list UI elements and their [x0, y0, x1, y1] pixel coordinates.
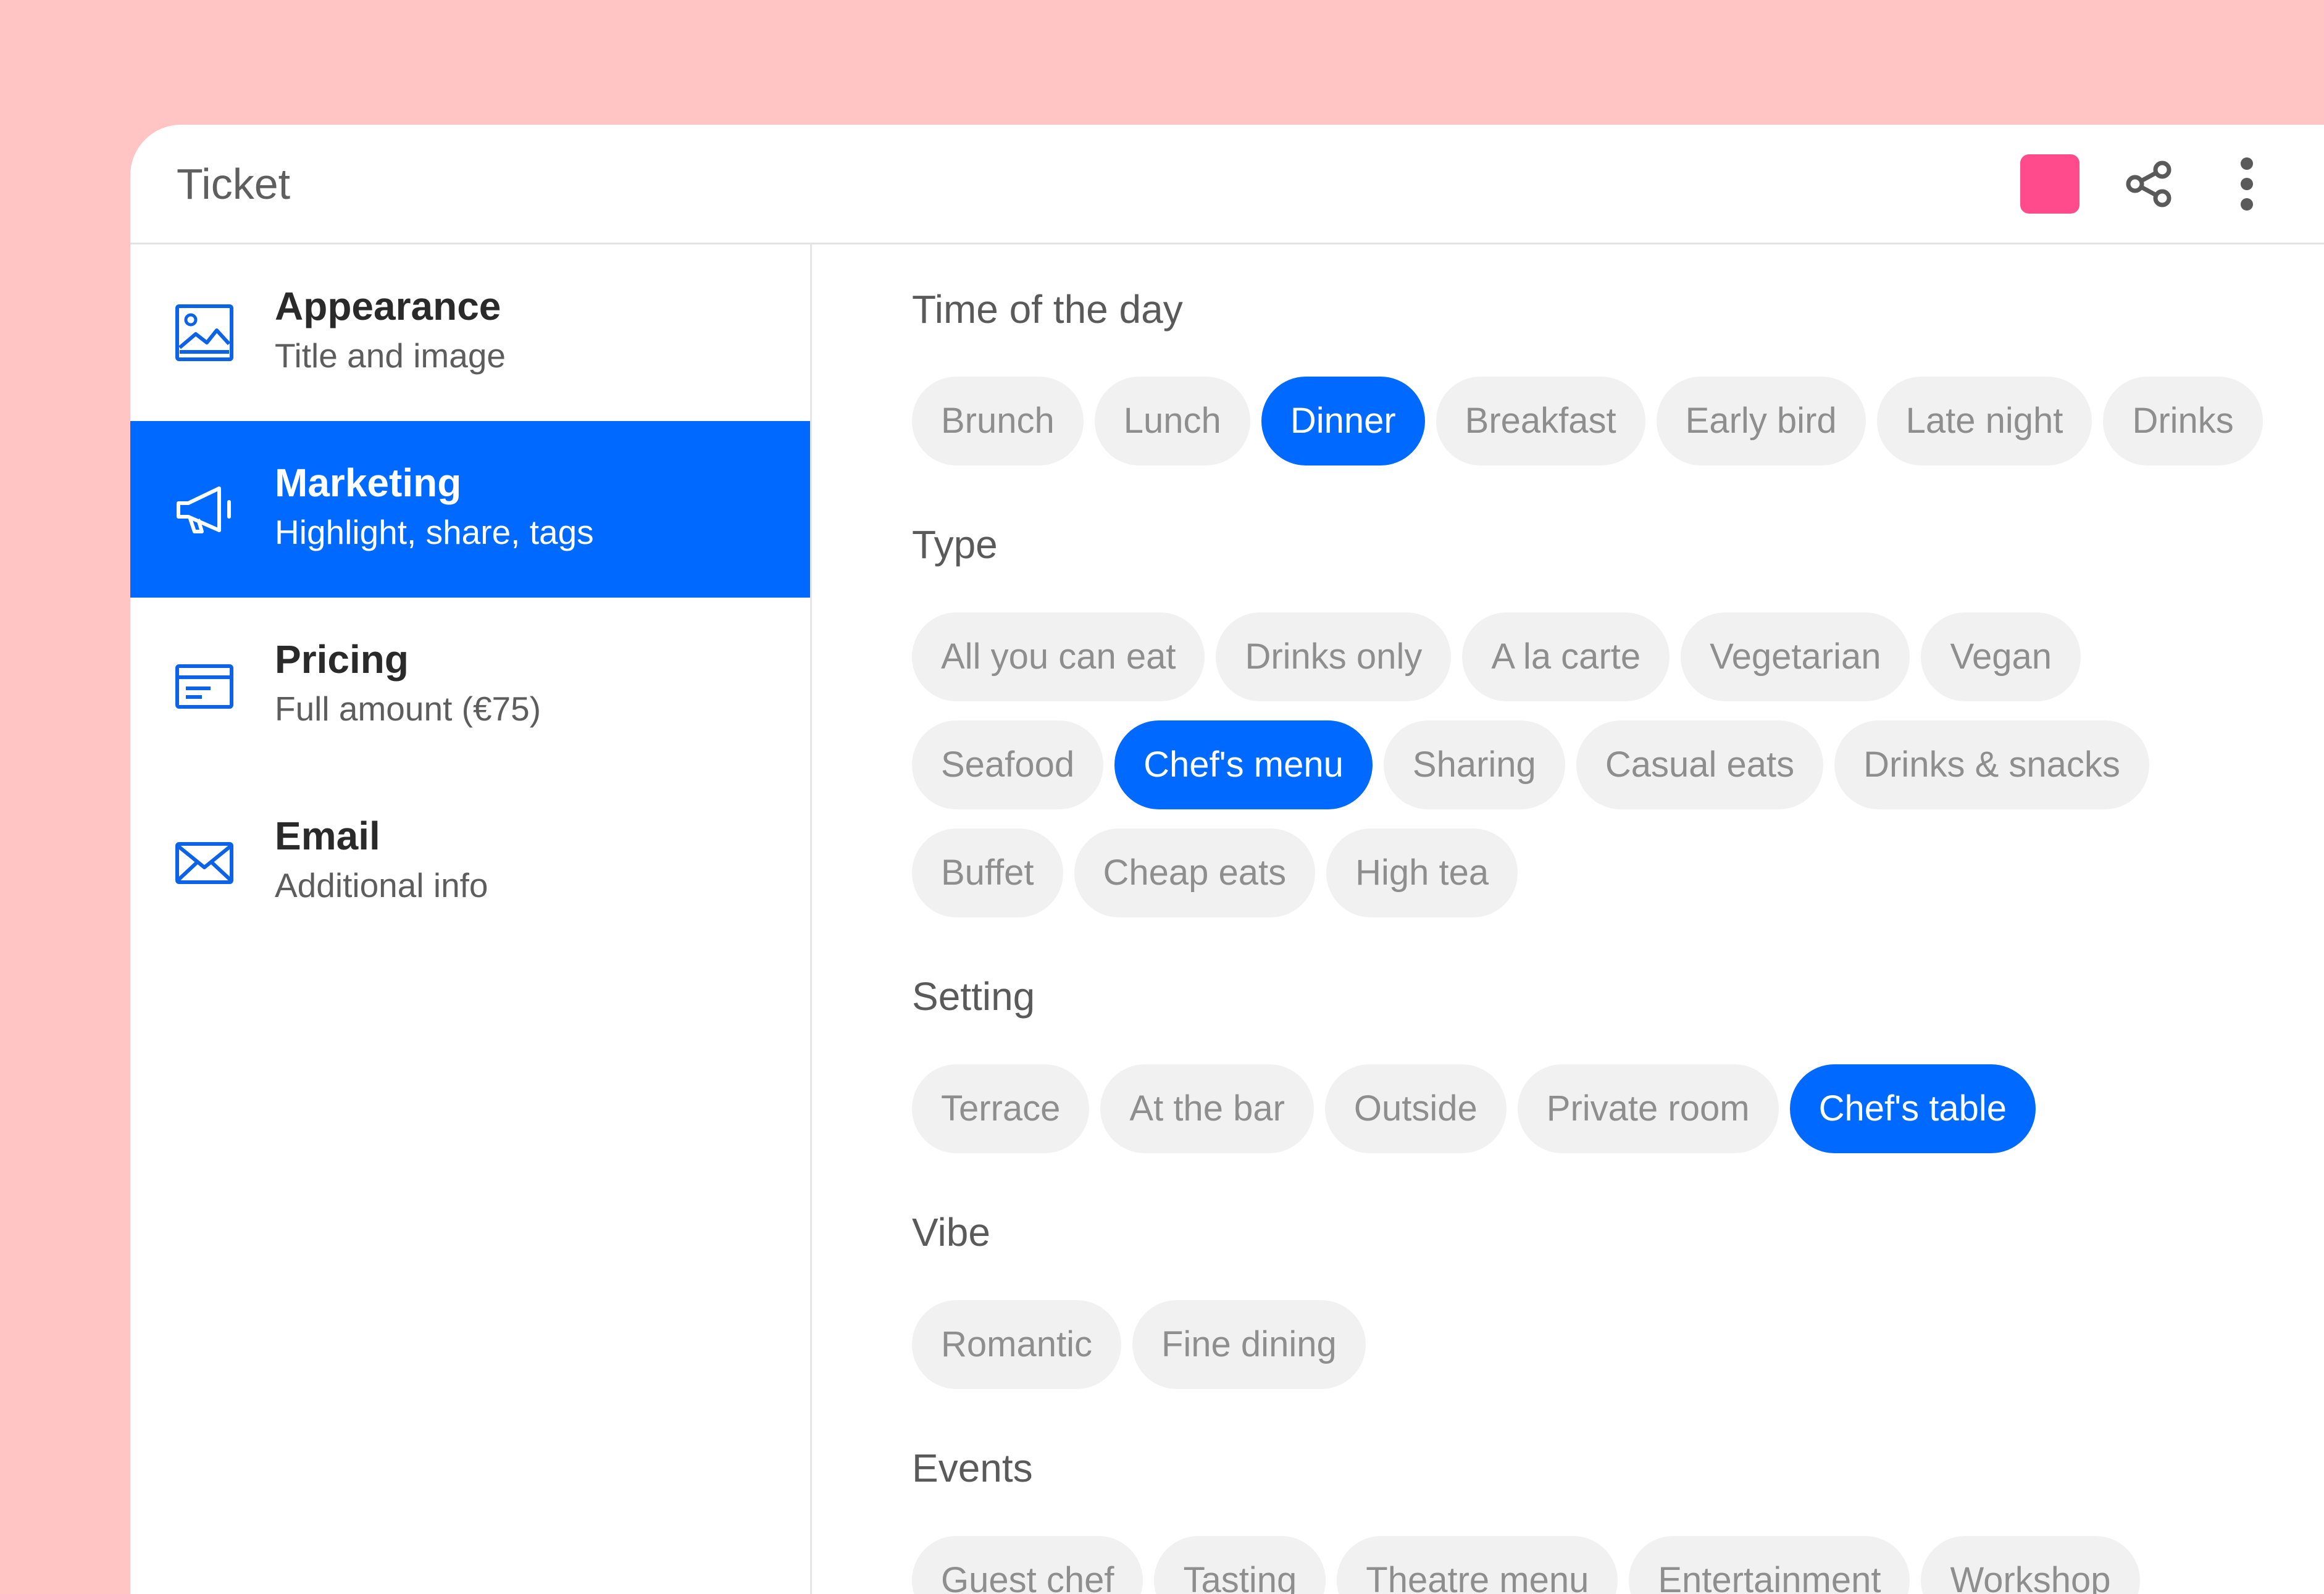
tag-chip[interactable]: Brunch — [912, 377, 1084, 465]
tag-chip[interactable]: Drinks only — [1216, 612, 1452, 701]
tag-chip[interactable]: Terrace — [912, 1064, 1090, 1153]
color-swatch[interactable] — [2020, 154, 2079, 214]
megaphone-icon — [173, 478, 235, 540]
sidebar-item-subtitle: Highlight, share, tags — [275, 513, 594, 551]
chip-row-type-3: Buffet Cheap eats High tea — [912, 828, 1518, 917]
sidebar-item-appearance[interactable]: Appearance Title and image — [130, 244, 810, 421]
chip-row-type-2: Seafood Chef's menu Sharing Casual eats … — [912, 720, 2149, 809]
window-title: Ticket — [177, 160, 291, 208]
tag-chip[interactable]: Private room — [1517, 1064, 1779, 1153]
tag-chip[interactable]: All you can eat — [912, 612, 1205, 701]
tag-chip[interactable]: Guest chef — [912, 1536, 1143, 1594]
tag-chip[interactable]: Entertainment — [1629, 1536, 1910, 1594]
window-header: Ticket — [130, 125, 2324, 244]
tag-chip[interactable]: Theatre menu — [1337, 1536, 1618, 1594]
section-label-events: Events — [912, 1446, 1033, 1490]
chip-row-type-1: All you can eat Drinks only A la carte V… — [912, 612, 2081, 701]
tag-chip[interactable]: Early bird — [1656, 377, 1866, 465]
tag-chip[interactable]: Cheap eats — [1074, 828, 1316, 917]
section-label-vibe: Vibe — [912, 1210, 990, 1254]
sidebar-item-email[interactable]: Email Additional info — [130, 774, 810, 951]
tag-chip[interactable]: Drinks & snacks — [1834, 720, 2149, 809]
tag-chip[interactable]: Workshop — [1921, 1536, 2140, 1594]
tag-chip[interactable]: Lunch — [1094, 377, 1250, 465]
tag-chip[interactable]: High tea — [1326, 828, 1518, 917]
tag-chip[interactable]: Vegetarian — [1681, 612, 1910, 701]
tag-chip[interactable]: At the bar — [1100, 1064, 1314, 1153]
tag-chip[interactable]: Romantic — [912, 1300, 1121, 1389]
tag-chip[interactable]: Casual eats — [1576, 720, 1824, 809]
tag-chip[interactable]: Buffet — [912, 828, 1063, 917]
tag-chip-selected[interactable]: Dinner — [1261, 377, 1425, 465]
sidebar-item-title: Pricing — [275, 637, 409, 682]
chip-row-vibe: Romantic Fine dining — [912, 1300, 1366, 1389]
sidebar-item-marketing[interactable]: Marketing Highlight, share, tags — [130, 421, 810, 598]
tag-chip[interactable]: Sharing — [1383, 720, 1565, 809]
section-label-time-of-day: Time of the day — [912, 287, 1183, 332]
chip-row-events: Guest chef Tasting Theatre menu Entertai… — [912, 1536, 2140, 1594]
sidebar-item-subtitle: Title and image — [275, 336, 506, 375]
sidebar-item-title: Marketing — [275, 461, 462, 505]
sidebar-item-title: Email — [275, 814, 380, 858]
chip-row-setting: Terrace At the bar Outside Private room … — [912, 1064, 2036, 1153]
credit-card-icon — [173, 655, 235, 717]
tag-chip-selected[interactable]: Chef's table — [1789, 1064, 2036, 1153]
tag-chip-selected[interactable]: Chef's menu — [1114, 720, 1373, 809]
envelope-icon — [173, 832, 235, 893]
tag-chip[interactable]: A la carte — [1462, 612, 1670, 701]
sidebar-item-title: Appearance — [275, 284, 501, 328]
sidebar-item-pricing[interactable]: Pricing Full amount (€75) — [130, 598, 810, 774]
tag-chip[interactable]: Tasting — [1154, 1536, 1326, 1594]
section-label-setting: Setting — [912, 974, 1035, 1019]
section-label-type: Type — [912, 522, 998, 567]
sidebar-item-subtitle: Additional info — [275, 866, 488, 904]
ticket-editor-window: Ticket Appearance Title and image Market… — [130, 125, 2324, 1594]
image-icon — [173, 302, 235, 364]
tag-content: Time of the day Brunch Lunch Dinner Brea… — [812, 244, 2324, 1594]
sidebar-item-subtitle: Full amount (€75) — [275, 690, 541, 728]
tag-chip[interactable]: Vegan — [1921, 612, 2081, 701]
tag-chip[interactable]: Seafood — [912, 720, 1104, 809]
sidebar: Appearance Title and image Marketing Hig… — [130, 244, 812, 1594]
tag-chip[interactable]: Late night — [1876, 377, 2092, 465]
tag-chip[interactable]: Fine dining — [1132, 1300, 1366, 1389]
more-vertical-icon[interactable] — [2216, 154, 2278, 214]
share-icon[interactable] — [2119, 154, 2181, 214]
tag-chip[interactable]: Drinks — [2103, 377, 2263, 465]
tag-chip[interactable]: Outside — [1324, 1064, 1507, 1153]
chip-row-time-of-day: Brunch Lunch Dinner Breakfast Early bird… — [912, 377, 2263, 465]
tag-chip[interactable]: Breakfast — [1436, 377, 1645, 465]
